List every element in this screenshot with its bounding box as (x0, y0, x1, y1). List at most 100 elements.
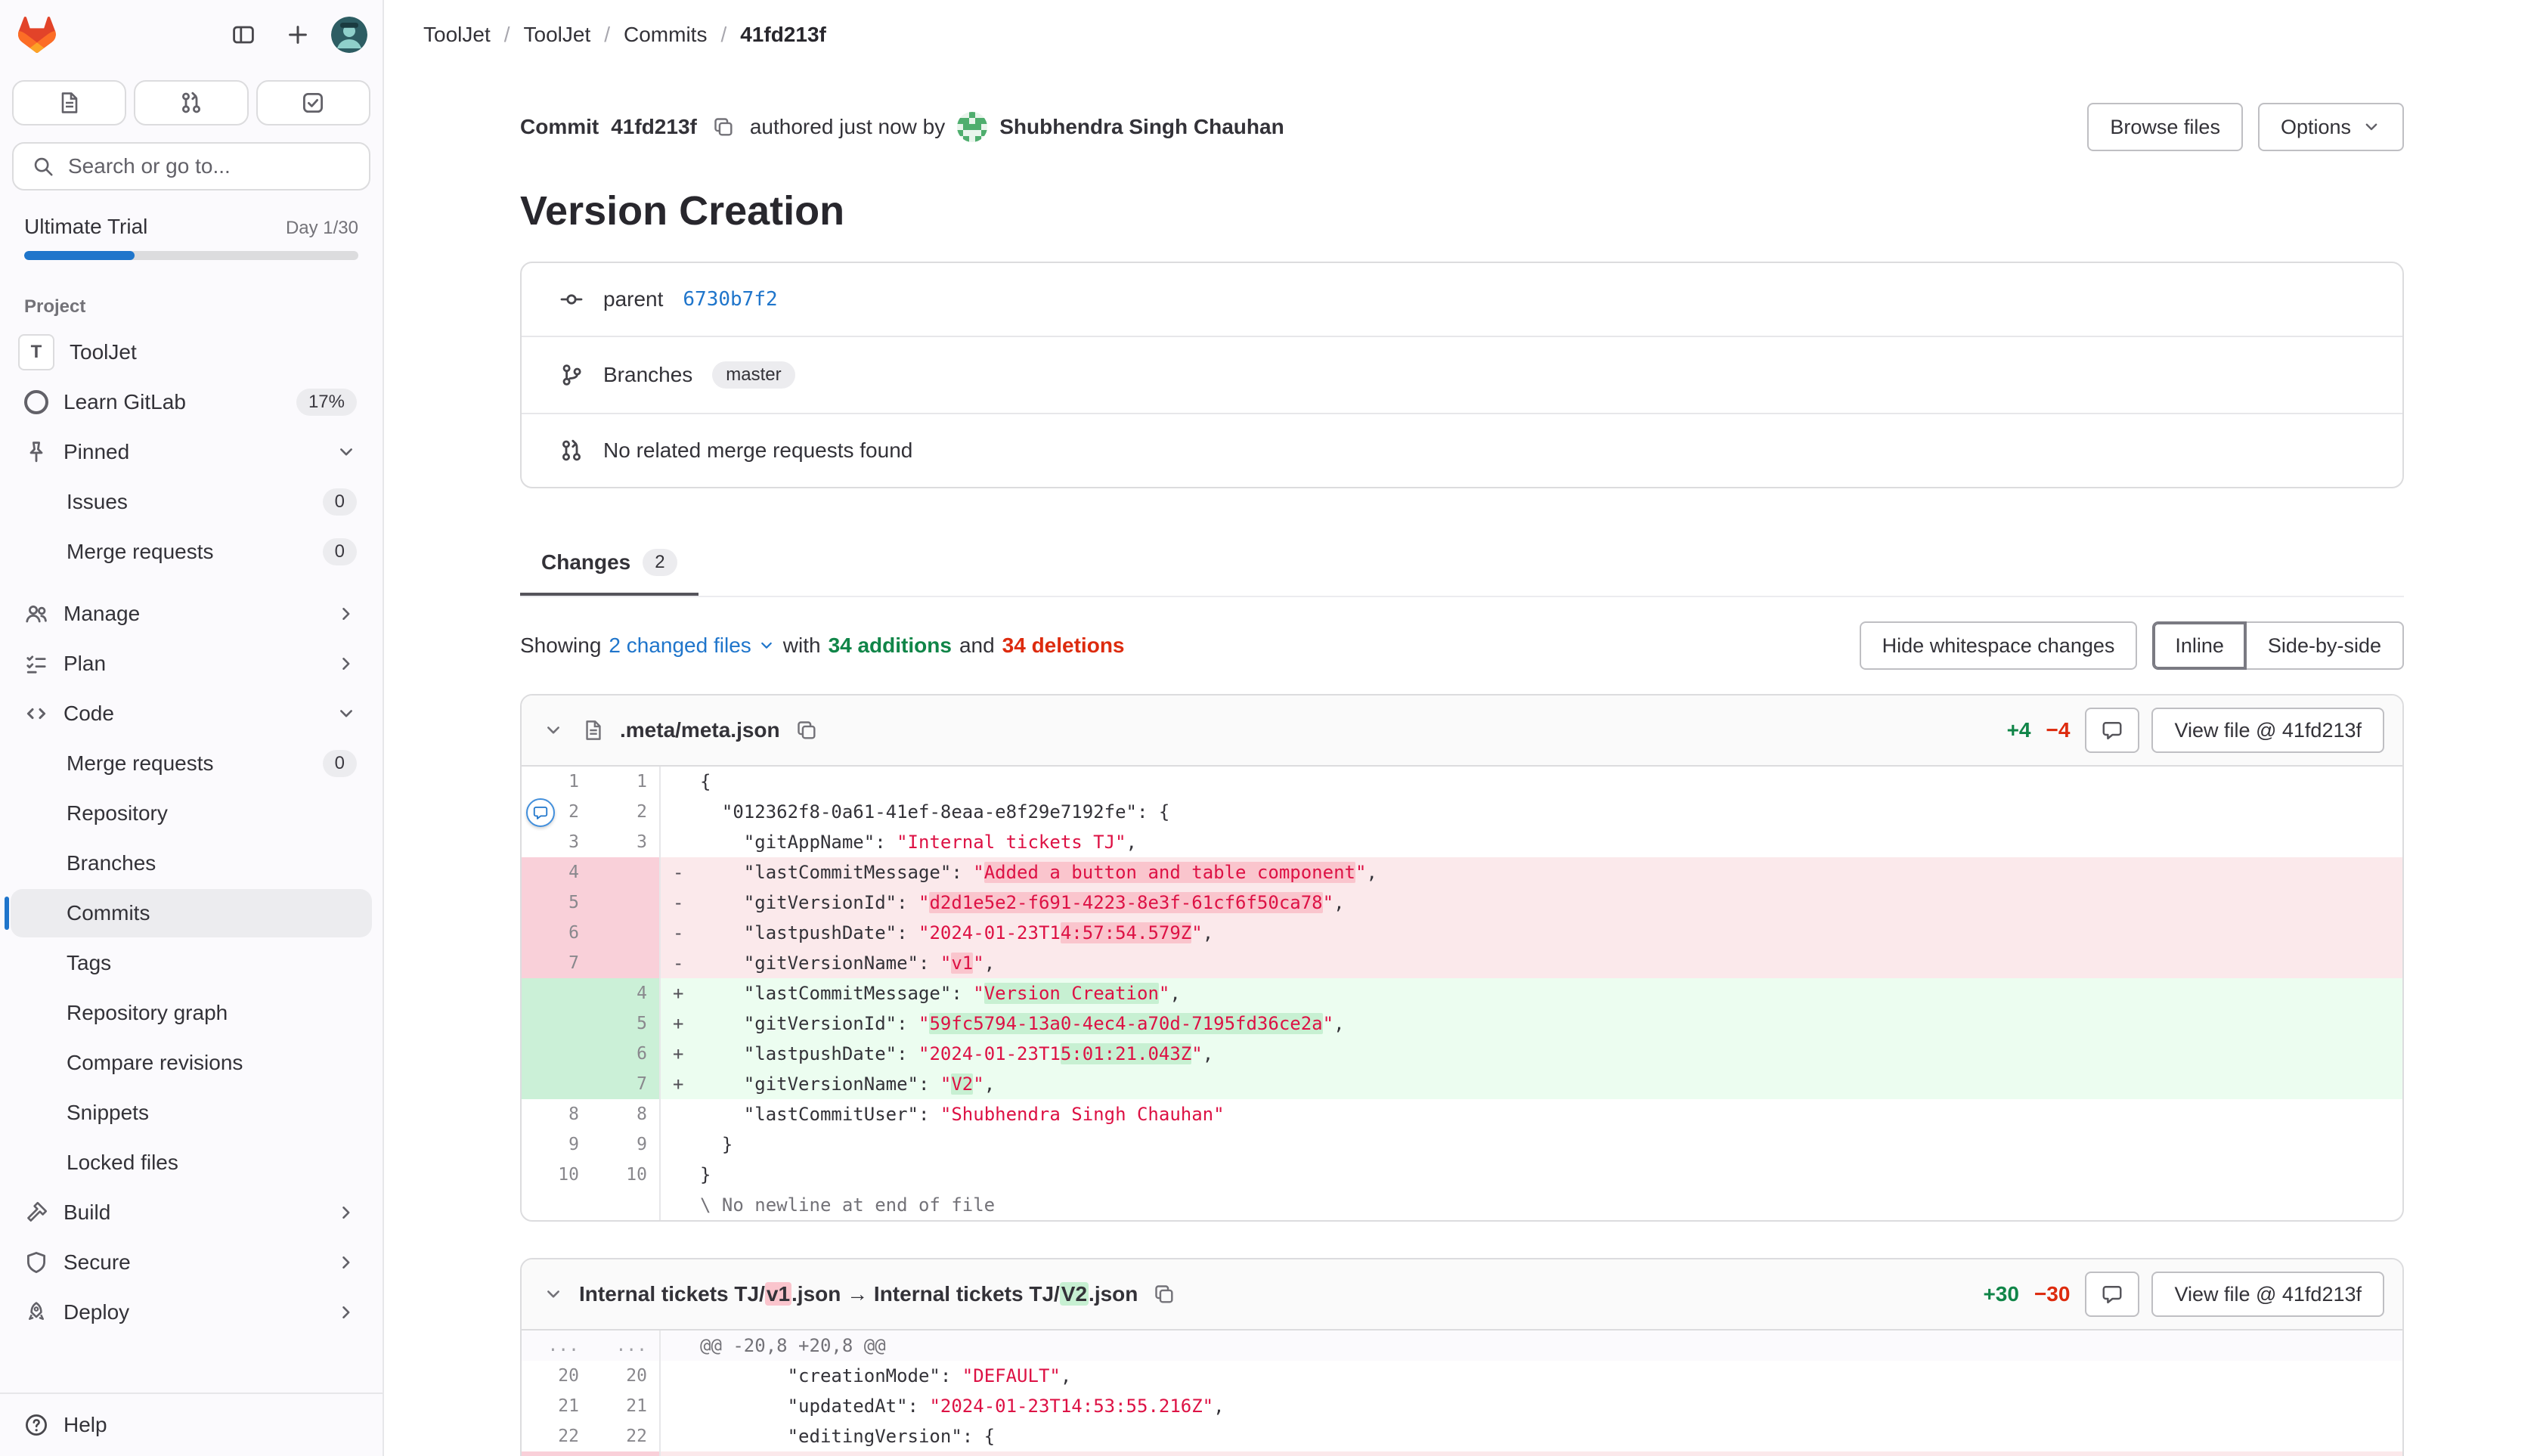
breadcrumb-separator: / (604, 23, 610, 47)
parent-sha-link[interactable]: 6730b7f2 (683, 288, 777, 311)
add-comment-button[interactable] (526, 798, 555, 827)
old-line-number[interactable] (522, 978, 591, 1008)
toggle-file-comments-button[interactable] (2085, 708, 2139, 753)
hide-whitespace-button[interactable]: Hide whitespace changes (1860, 621, 2138, 670)
new-line-number[interactable]: 8 (591, 1099, 661, 1129)
issues-shortcut-button[interactable] (12, 80, 126, 125)
collapse-file-button[interactable] (540, 717, 567, 744)
new-line-number[interactable]: 6 (591, 1039, 661, 1069)
new-line-number[interactable]: 2 (591, 797, 661, 827)
new-line-number[interactable]: 20 (591, 1361, 661, 1391)
old-line-number[interactable]: 10 (522, 1160, 591, 1190)
new-line-number[interactable] (591, 857, 661, 888)
old-line-number[interactable] (522, 1008, 591, 1039)
collapse-file-button[interactable] (540, 1281, 567, 1308)
users-icon (24, 602, 48, 626)
old-line-number[interactable]: 20 (522, 1361, 591, 1391)
old-line-number[interactable]: 8 (522, 1099, 591, 1129)
sidebar-item-repository[interactable]: Repository (11, 789, 372, 838)
todo-shortcut-button[interactable] (256, 80, 370, 125)
new-line-number[interactable]: 3 (591, 827, 661, 857)
view-file-button[interactable]: View file @ 41fd213f (2151, 708, 2384, 753)
sidebar-item-branches[interactable]: Branches (11, 839, 372, 888)
new-line-number[interactable] (591, 918, 661, 948)
merge-requests-shortcut-button[interactable] (134, 80, 248, 125)
shield-icon (24, 1250, 48, 1275)
breadcrumb-separator: / (504, 23, 510, 47)
new-line-number[interactable]: 1 (591, 767, 661, 797)
old-line-number[interactable]: 23 (522, 1451, 591, 1456)
trial-progress-bar (24, 251, 358, 260)
file-additions: +4 (2007, 718, 2031, 742)
sidebar-toggle-button[interactable] (222, 14, 265, 56)
old-line-number[interactable]: 3 (522, 827, 591, 857)
new-line-number[interactable]: 5 (591, 1008, 661, 1039)
old-line-number[interactable] (522, 1039, 591, 1069)
help-menu[interactable]: Help (0, 1392, 383, 1456)
new-line-number[interactable]: 10 (591, 1160, 661, 1190)
sidebar-item-code[interactable]: Code (11, 689, 372, 738)
count-badge: 0 (323, 488, 357, 516)
trial-widget[interactable]: Ultimate Trial Day 1/30 (0, 200, 383, 278)
old-line-number[interactable]: 5 (522, 888, 591, 918)
toggle-file-comments-button[interactable] (2085, 1272, 2139, 1317)
new-line-number[interactable] (591, 948, 661, 978)
sidebar-item-learn-gitlab[interactable]: Learn GitLab 17% (11, 378, 372, 426)
new-line-number[interactable]: 22 (591, 1421, 661, 1451)
new-line-number[interactable]: 9 (591, 1129, 661, 1160)
sidebar-item-repository-graph[interactable]: Repository graph (11, 989, 372, 1037)
sidebar-item-compare-revisions[interactable]: Compare revisions (11, 1039, 372, 1087)
view-file-button[interactable]: View file @ 41fd213f (2151, 1272, 2384, 1317)
old-line-number[interactable]: 6 (522, 918, 591, 948)
new-line-number[interactable]: 4 (591, 978, 661, 1008)
breadcrumb-item-project[interactable]: ToolJet (524, 23, 591, 47)
old-line-number[interactable] (522, 1069, 591, 1099)
breadcrumb-item-commits[interactable]: Commits (624, 23, 707, 47)
parent-label: parent (603, 287, 663, 311)
sidebar-item-build[interactable]: Build (11, 1188, 372, 1237)
copy-file-path-button[interactable] (1150, 1280, 1179, 1309)
gitlab-logo[interactable] (18, 17, 56, 53)
sidebar-item-code-merge-requests[interactable]: Merge requests 0 (11, 739, 372, 788)
old-line-number[interactable]: 22 (522, 1421, 591, 1451)
pin-icon (24, 440, 48, 464)
sidebar-item-snippets[interactable]: Snippets (11, 1089, 372, 1137)
copy-icon (795, 719, 818, 742)
sidebar-item-commits[interactable]: Commits (11, 889, 372, 937)
options-dropdown-button[interactable]: Options (2258, 103, 2404, 151)
sidebar-item-plan[interactable]: Plan (11, 640, 372, 688)
sidebar-item-locked-files[interactable]: Locked files (11, 1138, 372, 1187)
old-line-number[interactable]: 4 (522, 857, 591, 888)
browse-files-button[interactable]: Browse files (2087, 103, 2243, 151)
changed-files-dropdown[interactable]: 2 changed files (609, 634, 775, 658)
author-name-link[interactable]: Shubhendra Singh Chauhan (999, 115, 1284, 139)
copy-file-path-button[interactable] (792, 716, 821, 745)
search-input[interactable]: Search or go to... (12, 142, 370, 191)
new-line-number[interactable]: 7 (591, 1069, 661, 1099)
new-line-number[interactable] (591, 888, 661, 918)
copy-sha-button[interactable] (709, 113, 738, 141)
changes-count-badge: 2 (643, 549, 677, 576)
create-new-button[interactable] (277, 14, 319, 56)
inline-view-button[interactable]: Inline (2152, 621, 2247, 670)
breadcrumb-item-group[interactable]: ToolJet (423, 23, 491, 47)
sidebar-item-pinned[interactable]: Pinned (11, 428, 372, 476)
old-line-number[interactable]: 9 (522, 1129, 591, 1160)
side-by-side-view-button[interactable]: Side-by-side (2245, 621, 2404, 670)
sidebar-item-pinned-merge-requests[interactable]: Merge requests 0 (11, 528, 372, 576)
sidebar-item-secure[interactable]: Secure (11, 1238, 372, 1287)
sidebar-item-deploy[interactable]: Deploy (11, 1288, 372, 1337)
new-line-number[interactable]: 21 (591, 1391, 661, 1421)
old-line-number[interactable]: 7 (522, 948, 591, 978)
sidebar-item-pinned-issues[interactable]: Issues 0 (11, 478, 372, 526)
sidebar-item-tags[interactable]: Tags (11, 939, 372, 987)
branch-badge[interactable]: master (712, 361, 795, 389)
user-avatar[interactable] (331, 17, 367, 53)
sidebar-item-project-tooljet[interactable]: T ToolJet (11, 328, 372, 376)
new-line-number[interactable] (591, 1451, 661, 1456)
tab-changes[interactable]: Changes 2 (520, 531, 698, 596)
old-line-number[interactable]: 1 (522, 767, 591, 797)
sidebar-item-manage[interactable]: Manage (11, 590, 372, 638)
old-line-number[interactable]: 21 (522, 1391, 591, 1421)
sidebar-header-actions (222, 14, 367, 56)
